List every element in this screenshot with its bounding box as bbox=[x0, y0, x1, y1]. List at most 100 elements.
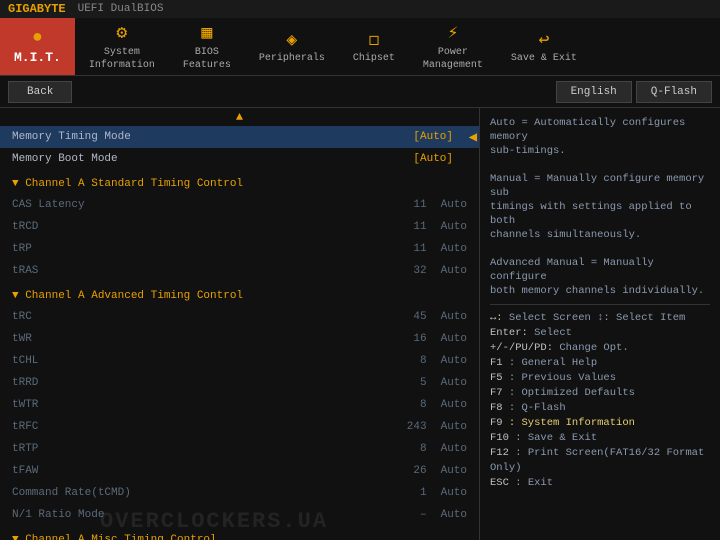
help-line: Advanced Manual = Manually configure bbox=[490, 256, 710, 284]
menu-row-label-13: tRFC bbox=[12, 421, 407, 433]
help-line: both memory channels individually. bbox=[490, 284, 710, 298]
save-icon: ↩ bbox=[538, 29, 549, 51]
menu-row-label-9: tWR bbox=[12, 333, 413, 345]
menu-row-label-17: N/1 Ratio Mode bbox=[12, 509, 420, 521]
menu-row-wrapper-1: Memory Boot Mode[Auto] bbox=[0, 148, 479, 170]
menu-row-value-right-9: Auto bbox=[441, 333, 467, 345]
menu-row-value-11: 5 bbox=[420, 377, 427, 389]
top-bar: GIGABYTE UEFI DualBIOS bbox=[0, 0, 720, 18]
key-label: ↔: bbox=[490, 312, 509, 324]
nav-system[interactable]: ⚙ SystemInformation bbox=[75, 18, 169, 75]
menu-row-6[interactable]: tRAS32Auto bbox=[0, 260, 479, 282]
menu-row-value-right-14: Auto bbox=[441, 443, 467, 455]
menu-row-value-right-11: Auto bbox=[441, 377, 467, 389]
menu-row-value-12: 8 bbox=[420, 399, 427, 411]
key-desc: : Q-Flash bbox=[509, 402, 566, 414]
power-icon: ⚡ bbox=[447, 22, 458, 44]
menu-row-5[interactable]: tRP11 Auto bbox=[0, 238, 479, 260]
key-hint: F1 : General Help bbox=[490, 356, 710, 371]
menu-row-value-6: 32 bbox=[413, 265, 426, 277]
menu-row-label-16: Command Rate(tCMD) bbox=[12, 487, 420, 499]
menu-row-9[interactable]: tWR16 Auto bbox=[0, 328, 479, 350]
section-header-18: ▼ Channel A Misc Timing Control bbox=[0, 526, 479, 540]
left-panel: ▲ Memory Timing Mode[Auto]◀Memory Boot M… bbox=[0, 108, 480, 540]
menu-row-wrapper-6: tRAS32Auto bbox=[0, 260, 479, 282]
menu-row-value-8: 45 bbox=[413, 311, 426, 323]
menu-row-wrapper-17: N/1 Ratio Mode–Auto bbox=[0, 504, 479, 526]
nav-save[interactable]: ↩ Save & Exit bbox=[497, 18, 591, 75]
nav-power-label: PowerManagement bbox=[423, 46, 483, 72]
menu-row-1[interactable]: Memory Boot Mode[Auto] bbox=[0, 148, 479, 170]
menu-row-value-right-10: Auto bbox=[441, 355, 467, 367]
row-arrow-0: ◀ bbox=[469, 129, 477, 146]
menu-row-value-right-3: Auto bbox=[441, 199, 467, 211]
menu-row-label-1: Memory Boot Mode bbox=[12, 153, 413, 165]
menu-row-value-10: 8 bbox=[420, 355, 427, 367]
key-hint: +/-/PU/PD: Change Opt. bbox=[490, 341, 710, 356]
menu-row-value-right-16: Auto bbox=[441, 487, 467, 499]
key-hint: F8 : Q-Flash bbox=[490, 401, 710, 416]
menu-row-8[interactable]: tRC45Auto bbox=[0, 306, 479, 328]
menu-row-wrapper-8: tRC45Auto bbox=[0, 306, 479, 328]
menu-row-value-5: 11 bbox=[413, 243, 426, 255]
nav-peripherals-label: Peripherals bbox=[259, 53, 325, 64]
menu-row-13[interactable]: tRFC243Auto bbox=[0, 416, 479, 438]
nav-power[interactable]: ⚡ PowerManagement bbox=[409, 18, 497, 75]
dualbios-label: UEFI DualBIOS bbox=[78, 3, 164, 15]
key-label: F10 bbox=[490, 432, 515, 444]
menu-row-value-9: 16 bbox=[413, 333, 426, 345]
main-content: ▲ Memory Timing Mode[Auto]◀Memory Boot M… bbox=[0, 108, 720, 540]
menu-row-label-6: tRAS bbox=[12, 265, 413, 277]
key-hints-block: ↔: Select Screen ↕: Select ItemEnter: Se… bbox=[490, 311, 710, 491]
right-panel: Auto = Automatically configures memorysu… bbox=[480, 108, 720, 540]
nav-chipset-label: Chipset bbox=[353, 53, 395, 64]
language-button[interactable]: English bbox=[556, 81, 632, 103]
back-button[interactable]: Back bbox=[8, 81, 72, 103]
nav-mit[interactable]: ● M.I.T. bbox=[0, 18, 75, 75]
menu-row-label-12: tWTR bbox=[12, 399, 420, 411]
menu-row-3[interactable]: CAS Latency11Auto bbox=[0, 194, 479, 216]
key-label: ESC bbox=[490, 477, 515, 489]
menu-row-11[interactable]: tRRD5Auto bbox=[0, 372, 479, 394]
key-hint: F5 : Previous Values bbox=[490, 371, 710, 386]
key-label: F8 bbox=[490, 402, 509, 414]
bios-icon: ▦ bbox=[201, 22, 212, 44]
nav-bios[interactable]: ▦ BIOSFeatures bbox=[169, 18, 245, 75]
nav-bar: ● M.I.T. ⚙ SystemInformation ▦ BIOSFeatu… bbox=[0, 18, 720, 76]
mit-icon: ● bbox=[32, 28, 43, 48]
key-desc: : Print Screen(FAT16/32 Format Only) bbox=[490, 447, 704, 474]
help-line: sub-timings. bbox=[490, 144, 710, 158]
menu-row-label-0: Memory Timing Mode bbox=[12, 131, 413, 143]
menu-row-label-15: tFAW bbox=[12, 465, 413, 477]
menu-row-16[interactable]: Command Rate(tCMD)1Auto bbox=[0, 482, 479, 504]
menu-row-wrapper-16: Command Rate(tCMD)1Auto bbox=[0, 482, 479, 504]
key-desc: : System Information bbox=[509, 417, 635, 429]
help-line: timings with settings applied to both bbox=[490, 200, 710, 228]
scroll-up-arrow: ▲ bbox=[0, 108, 479, 126]
menu-rows: Memory Timing Mode[Auto]◀Memory Boot Mod… bbox=[0, 126, 479, 540]
menu-row-value-1: [Auto] bbox=[413, 153, 453, 165]
menu-row-14[interactable]: tRTP8Auto bbox=[0, 438, 479, 460]
menu-row-value-13: 243 bbox=[407, 421, 427, 433]
menu-row-17[interactable]: N/1 Ratio Mode–Auto bbox=[0, 504, 479, 526]
menu-row-wrapper-10: tCHL8Auto bbox=[0, 350, 479, 372]
system-icon: ⚙ bbox=[116, 22, 127, 44]
key-hint: F12 : Print Screen(FAT16/32 Format Only) bbox=[490, 446, 710, 476]
menu-row-value-0: [Auto] bbox=[413, 131, 453, 143]
brand-logo: GIGABYTE bbox=[8, 2, 66, 16]
menu-row-label-5: tRP bbox=[12, 243, 413, 255]
menu-row-4[interactable]: tRCD11Auto bbox=[0, 216, 479, 238]
menu-row-0[interactable]: Memory Timing Mode[Auto] bbox=[0, 126, 479, 148]
menu-row-10[interactable]: tCHL8Auto bbox=[0, 350, 479, 372]
menu-row-wrapper-15: tFAW26Auto bbox=[0, 460, 479, 482]
key-label: F1 bbox=[490, 357, 509, 369]
nav-save-label: Save & Exit bbox=[511, 53, 577, 64]
menu-row-15[interactable]: tFAW26Auto bbox=[0, 460, 479, 482]
nav-peripherals[interactable]: ◈ Peripherals bbox=[245, 18, 339, 75]
qflash-button[interactable]: Q-Flash bbox=[636, 81, 712, 103]
chipset-icon: ◻ bbox=[368, 29, 379, 51]
menu-row-value-15: 26 bbox=[413, 465, 426, 477]
nav-chipset[interactable]: ◻ Chipset bbox=[339, 18, 409, 75]
menu-row-12[interactable]: tWTR8Auto bbox=[0, 394, 479, 416]
menu-row-value-right-5: Auto bbox=[441, 243, 467, 255]
